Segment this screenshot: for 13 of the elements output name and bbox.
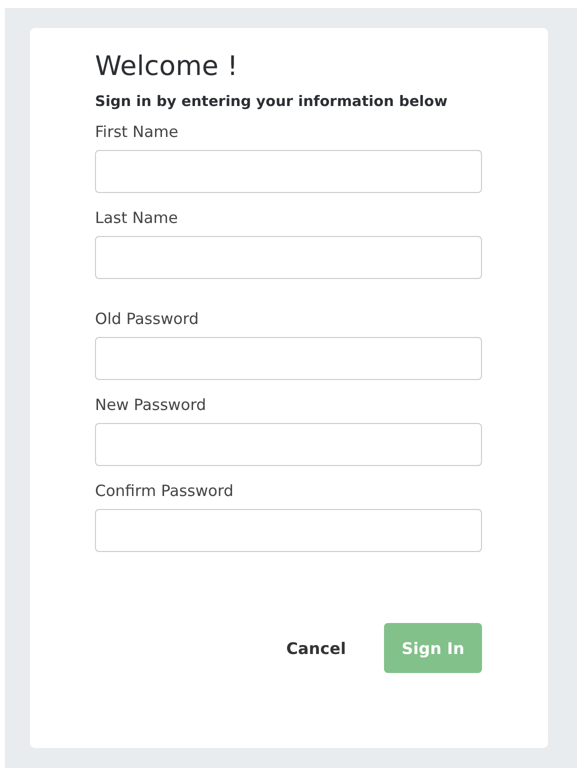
password-field[interactable] (95, 509, 482, 552)
field-label: Old Password (95, 309, 200, 329)
input-field[interactable] (95, 236, 482, 279)
field-label: Last Name (95, 208, 179, 228)
password-field[interactable] (95, 423, 482, 466)
welcome-title: Welcome ! (95, 50, 239, 84)
field-label: New Password (95, 395, 208, 415)
subtitle: Sign in by entering your information below (95, 94, 448, 110)
field-label: Confirm Password (95, 481, 234, 501)
password-field[interactable] (95, 337, 482, 380)
field-label: First Name (95, 122, 180, 142)
input-field[interactable] (95, 150, 482, 193)
cancel-button[interactable]: Cancel (286, 638, 346, 658)
